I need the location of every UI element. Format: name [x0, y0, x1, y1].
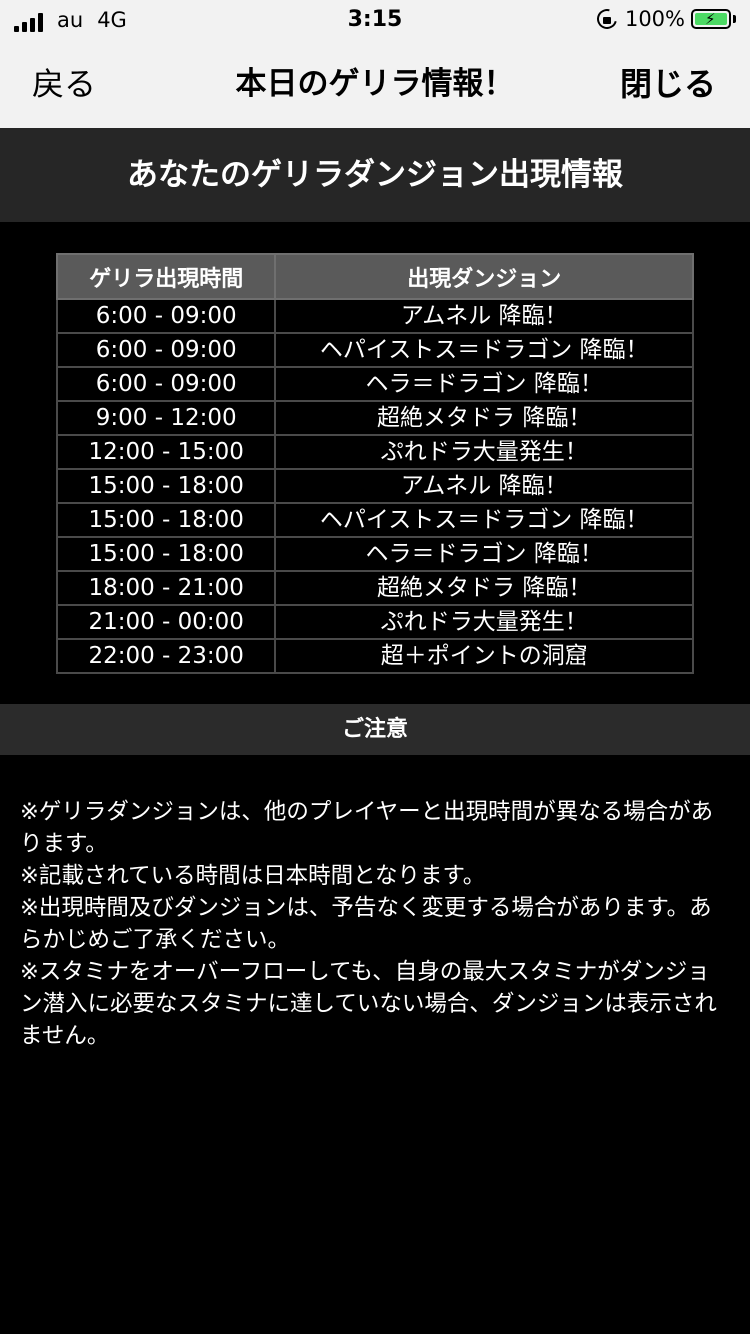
dungeon-cell: アムネル 降臨！ [274, 298, 694, 334]
dungeon-cell: 超絶メタドラ 降臨！ [274, 570, 694, 606]
table-row: 21:00 - 00:00 ぷれドラ大量発生！ [55, 604, 694, 640]
battery-icon: ⚡ [691, 9, 731, 29]
table-row: 12:00 - 15:00 ぷれドラ大量発生！ [55, 434, 694, 470]
notice-title: ご注意 [0, 704, 750, 755]
column-header-time: ゲリラ出現時間 [55, 253, 277, 300]
dungeon-cell: ぷれドラ大量発生！ [274, 434, 694, 470]
table-row: 9:00 - 12:00 超絶メタドラ 降臨！ [55, 400, 694, 436]
status-bar: au 4G 3:15 100% ⚡ [0, 0, 750, 40]
time-cell: 6:00 - 09:00 [55, 298, 277, 334]
table-row: 22:00 - 23:00 超＋ポイントの洞窟 [55, 638, 694, 674]
notice-line: ※スタミナをオーバーフローしても、自身の最大スタミナがダンジョン潜入に必要なスタ… [20, 959, 717, 1049]
dungeon-cell: 超＋ポイントの洞窟 [274, 638, 694, 674]
dungeon-cell: ぷれドラ大量発生！ [274, 604, 694, 640]
dungeon-cell: ヘパイストス＝ドラゴン 降臨！ [274, 502, 694, 538]
dungeon-cell: アムネル 降臨！ [274, 468, 694, 504]
charging-bolt-icon: ⚡ [705, 10, 716, 28]
table-row: 15:00 - 18:00 ヘラ＝ドラゴン 降臨！ [55, 536, 694, 572]
table-row: 18:00 - 21:00 超絶メタドラ 降臨！ [55, 570, 694, 606]
table-row: 15:00 - 18:00 アムネル 降臨！ [55, 468, 694, 504]
time-cell: 12:00 - 15:00 [55, 434, 277, 470]
column-header-dungeon: 出現ダンジョン [274, 253, 694, 300]
table-row: 6:00 - 09:00 アムネル 降臨！ [55, 298, 694, 334]
status-right: 100% ⚡ [593, 5, 736, 33]
dungeon-cell: ヘパイストス＝ドラゴン 降臨！ [274, 332, 694, 368]
table-row: 15:00 - 18:00 ヘパイストス＝ドラゴン 降臨！ [55, 502, 694, 538]
time-cell: 15:00 - 18:00 [55, 468, 277, 504]
time-cell: 21:00 - 00:00 [55, 604, 277, 640]
time-cell: 22:00 - 23:00 [55, 638, 277, 674]
close-button[interactable]: 閉じる [620, 64, 716, 104]
time-cell: 6:00 - 09:00 [55, 366, 277, 402]
dungeon-cell: ヘラ＝ドラゴン 降臨！ [274, 536, 694, 572]
notice-line: ※ゲリラダンジョンは、他のプレイヤーと出現時間が異なる場合があります。 [20, 799, 714, 857]
time-cell: 15:00 - 18:00 [55, 502, 277, 538]
guerrilla-schedule-table: ゲリラ出現時間 出現ダンジョン 6:00 - 09:00 アムネル 降臨！ 6:0… [55, 253, 694, 674]
battery-percent: 100% [624, 7, 685, 31]
time-cell: 6:00 - 09:00 [55, 332, 277, 368]
dungeon-cell: ヘラ＝ドラゴン 降臨！ [274, 366, 694, 402]
notice-line: ※出現時間及びダンジョンは、予告なく変更する場合があります。あらかじめご了承くだ… [20, 895, 712, 953]
table-row: 6:00 - 09:00 ヘパイストス＝ドラゴン 降臨！ [55, 332, 694, 368]
orientation-lock-icon [593, 5, 621, 33]
notice-body: ※ゲリラダンジョンは、他のプレイヤーと出現時間が異なる場合があります。 ※記載さ… [20, 796, 720, 1052]
nav-bar: 戻る 本日のゲリラ情報！ 閉じる [0, 40, 750, 128]
section-title: あなたのゲリラダンジョン出現情報 [0, 128, 750, 222]
battery-cap [733, 15, 736, 23]
time-cell: 15:00 - 18:00 [55, 536, 277, 572]
dungeon-cell: 超絶メタドラ 降臨！ [274, 400, 694, 436]
time-cell: 18:00 - 21:00 [55, 570, 277, 606]
time-cell: 9:00 - 12:00 [55, 400, 277, 436]
table-row: 6:00 - 09:00 ヘラ＝ドラゴン 降臨！ [55, 366, 694, 402]
table-header-row: ゲリラ出現時間 出現ダンジョン [55, 253, 694, 300]
notice-line: ※記載されている時間は日本時間となります。 [20, 863, 486, 889]
